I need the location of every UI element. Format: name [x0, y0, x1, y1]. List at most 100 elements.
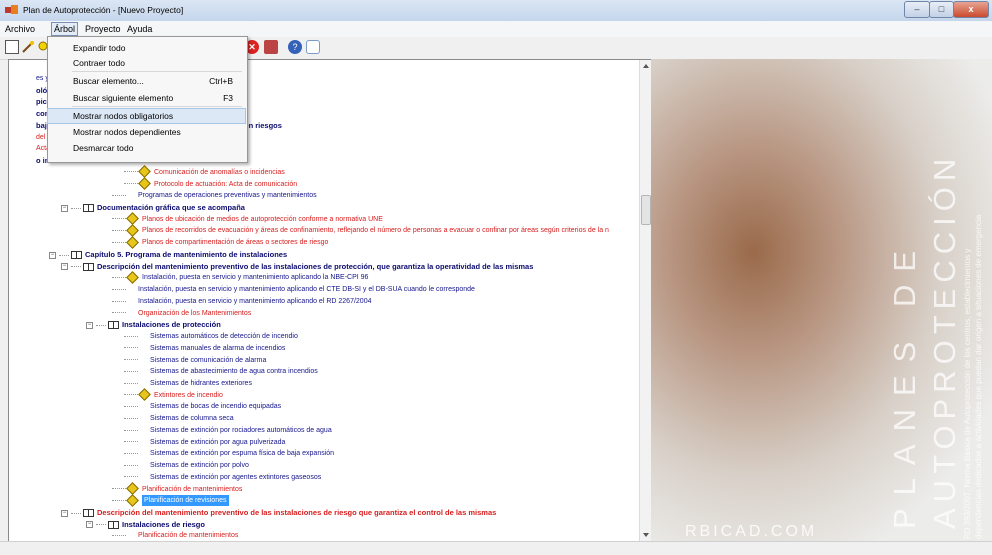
tree-node[interactable]: Sistemas de columna seca	[124, 413, 234, 424]
close-button[interactable]: x	[953, 1, 989, 18]
collapse-toggle-icon[interactable]: −	[61, 263, 68, 271]
tree-node[interactable]: Protocolo de actuación: Acta de comunica…	[124, 177, 297, 191]
dropdown-item-label: Expandir todo	[73, 43, 126, 53]
tree-node[interactable]: Comunicación de anomalías o incidencias	[124, 165, 285, 179]
scroll-up-icon[interactable]	[643, 64, 649, 68]
tree-node-label: Sistemas de abastecimiento de agua contr…	[150, 368, 318, 376]
tree-node-label: Sistemas de columna seca	[150, 415, 234, 423]
tree-node[interactable]: Sistemas de hidrantes exteriores	[124, 378, 252, 389]
required-node-icon	[126, 224, 139, 238]
tree-node[interactable]: − Descripción del mantenimiento preventiv…	[61, 507, 496, 518]
tree-node[interactable]: Planificación de mantenimientos	[112, 482, 242, 496]
tree-node[interactable]: − Instalaciones de protección	[86, 319, 221, 330]
dropdown-item[interactable]: Expandir todo	[48, 41, 245, 55]
scroll-thumb[interactable]	[641, 195, 651, 225]
arbol-dropdown-menu: Expandir todo Contraer todo Buscar element…	[47, 36, 248, 163]
tree-node[interactable]: Planos de compartimentación de áreas o s…	[112, 236, 329, 249]
required-node-icon	[126, 494, 139, 507]
tree-connector	[124, 429, 138, 431]
book-icon	[108, 520, 119, 529]
tree-node[interactable]: Programas de operaciones preventivas y m…	[112, 190, 317, 201]
tree-node-label: Descripción del mantenimiento preventivo…	[97, 261, 534, 271]
tree-node[interactable]: Instalación, puesta en servicio y manten…	[112, 296, 371, 307]
tree-connector	[124, 394, 138, 396]
dropdown-item[interactable]: Desmarcar todo	[48, 141, 245, 155]
collapse-toggle-icon[interactable]: −	[86, 521, 93, 529]
tree-node[interactable]: Organización de los Mantenimientos	[112, 308, 251, 319]
menu-ayuda[interactable]: Ayuda	[125, 23, 154, 35]
book-icon[interactable]	[264, 40, 278, 54]
tree-node[interactable]: Planos de ubicación de medios de autopro…	[112, 212, 383, 226]
banner-caption-1: RD 393/2007, Norma Básica de Autoprotecc…	[963, 248, 972, 539]
tree-connector	[124, 183, 138, 185]
tree-node[interactable]: Sistemas de extinción por rociadores aut…	[124, 425, 332, 436]
collapse-toggle-icon[interactable]: −	[49, 251, 56, 259]
tree-node[interactable]: − Capítulo 5. Programa de mantenimiento d…	[49, 249, 287, 260]
tree-node[interactable]: Planos de recorridos de evacuación y áre…	[112, 224, 609, 238]
tree-node[interactable]: Sistemas automáticos de detección de inc…	[124, 331, 298, 342]
tree-node-label: Planificación de mantenimientos	[138, 532, 239, 540]
tree-node-label: Instalación, puesta en servicio y manten…	[138, 297, 372, 305]
tree-node[interactable]: Instalación, puesta en servicio y manten…	[112, 271, 368, 284]
collapse-toggle-icon[interactable]: −	[61, 204, 68, 212]
tree-connector	[71, 512, 81, 514]
menu-bar: Archivo Árbol Proyecto Ayuda	[0, 21, 992, 37]
tree-node[interactable]: Sistemas de extinción por agua pulveriza…	[124, 437, 285, 448]
tree-node-label: Planos de compartimentación de áreas o s…	[142, 239, 329, 247]
dropdown-item[interactable]: Mostrar nodos obligatorios	[47, 108, 246, 124]
dropdown-item-shortcut: Ctrl+B	[209, 76, 233, 86]
tree-node[interactable]: − Instalaciones de riesgo	[86, 519, 205, 530]
tree-node[interactable]: Sistemas de abastecimiento de agua contr…	[124, 366, 318, 377]
help-icon[interactable]: ?	[288, 40, 302, 54]
tree-connector	[112, 241, 126, 243]
tree-node[interactable]: Sistemas manuales de alarma de incendios	[124, 343, 285, 354]
tree-node[interactable]: Planificación de mantenimientos	[112, 530, 238, 541]
tree-connector	[112, 288, 126, 290]
dropdown-item-shortcut: F3	[223, 93, 233, 103]
maximize-button[interactable]: □	[929, 1, 954, 18]
dropdown-item[interactable]: Contraer todo	[48, 56, 245, 70]
tree-node[interactable]: − Documentación gráfica que se acompaña	[61, 202, 245, 213]
dropdown-separator	[72, 106, 242, 107]
tree-connector	[112, 488, 126, 490]
tree-node-label: Descripción del mantenimiento preventivo…	[97, 508, 497, 517]
tree-connector	[96, 324, 106, 326]
info-icon[interactable]	[306, 40, 320, 54]
tree-node[interactable]: Planificación de revisiones	[112, 494, 229, 507]
tree-node-label: Sistemas automáticos de detección de inc…	[150, 333, 298, 341]
tree-connector	[124, 453, 138, 455]
tree-node[interactable]: Sistemas de comunicación de alarma	[124, 355, 266, 366]
minimize-button[interactable]: –	[904, 1, 930, 18]
tree-connector	[124, 335, 138, 337]
collapse-toggle-icon[interactable]: −	[61, 509, 68, 517]
dropdown-item[interactable]: Buscar siguiente elemento F3	[48, 91, 245, 105]
tree-connector	[124, 347, 138, 349]
dropdown-item[interactable]: Mostrar nodos dependientes	[48, 125, 245, 139]
dropdown-item-label: Mostrar nodos obligatorios	[73, 111, 174, 121]
banner-title-autoproteccion: AUTOPROTECCIÓN	[927, 152, 962, 529]
tree-node[interactable]: Sistemas de extinción por espuma física …	[124, 448, 334, 459]
watermark-text: RBICAD.COM	[685, 523, 818, 540]
menu-archivo[interactable]: Archivo	[3, 23, 37, 35]
tree-node[interactable]: Sistemas de bocas de incendio equipadas	[124, 401, 281, 412]
tree-connector	[112, 277, 126, 279]
banner-title-planes: PLANES DE	[887, 237, 922, 529]
tree-connector	[112, 230, 126, 232]
tree-node-label: Planos de ubicación de medios de autopro…	[142, 215, 383, 223]
tree-node[interactable]: Sistemas de extinción por agentes extint…	[124, 472, 321, 483]
menu-proyecto[interactable]: Proyecto	[83, 23, 123, 35]
wand-icon[interactable]	[21, 40, 35, 54]
collapse-toggle-icon[interactable]: −	[86, 321, 93, 329]
tree-node[interactable]: Sistemas de extinción por polvo	[124, 460, 249, 471]
scroll-down-icon[interactable]	[643, 533, 649, 537]
menu-arbol[interactable]: Árbol	[51, 22, 79, 36]
tree-node[interactable]: Instalación, puesta en servicio y manten…	[112, 284, 475, 295]
tree-connector	[71, 207, 81, 209]
tree-node-label: Comunicación de anomalías o incidencias	[154, 168, 285, 176]
tree-node-label: Sistemas de comunicación de alarma	[150, 356, 267, 364]
dropdown-item[interactable]: Buscar elemento... Ctrl+B	[48, 74, 245, 88]
book-icon	[83, 204, 94, 213]
tree-connector	[124, 171, 138, 173]
tree-node[interactable]: Extintores de incendio	[124, 388, 223, 402]
new-file-icon[interactable]	[5, 40, 19, 54]
